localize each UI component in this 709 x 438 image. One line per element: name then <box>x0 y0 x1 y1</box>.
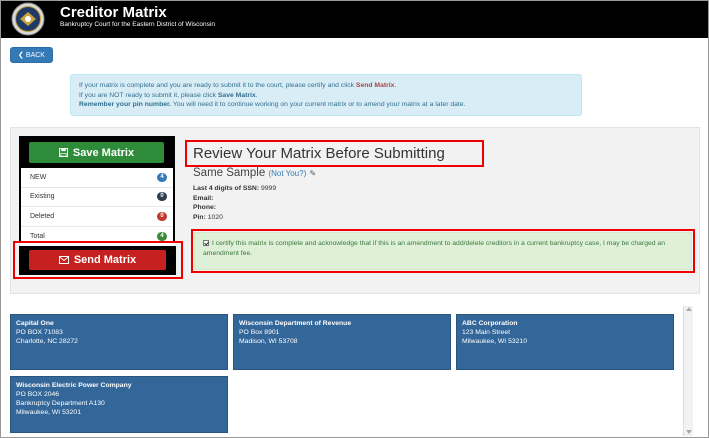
debtor-name: Same Sample <box>193 167 266 179</box>
scroll-up-arrow-icon[interactable] <box>686 307 692 311</box>
creditor-address-line: Bankruptcy Department A130 <box>16 400 105 407</box>
creditor-name: ABC Corporation <box>462 320 518 327</box>
count-list: NEW 4 Existing 0 Deleted 0 Total 4 <box>21 168 173 246</box>
info-line2-end: . <box>255 91 258 99</box>
count-badge: 4 <box>157 231 167 241</box>
save-matrix-label: Save Matrix <box>72 146 135 159</box>
count-row-existing: Existing 0 <box>21 188 173 207</box>
info-line1-end: . <box>394 82 397 89</box>
instructions-alert: If your matrix is complete and you are r… <box>70 74 582 116</box>
count-label: Deleted <box>30 212 55 220</box>
pencil-icon[interactable]: ✎ <box>309 169 316 178</box>
header-bar: Creditor Matrix Bankruptcy Court for the… <box>0 0 709 38</box>
ssn-label: Last 4 digits of SSN: <box>193 185 260 192</box>
count-badge: 0 <box>157 192 167 202</box>
chevron-left-icon: ❮ <box>18 52 24 59</box>
ssn-value: 9999 <box>260 185 277 192</box>
certify-checkbox[interactable] <box>203 240 209 247</box>
creditor-card[interactable]: ABC Corporation 123 Main Street Milwauke… <box>456 314 674 370</box>
creditor-address-line: Madison, WI 53708 <box>239 338 298 345</box>
creditor-address-line: Milwaukee, WI 53210 <box>462 338 527 345</box>
floppy-disk-icon <box>58 148 68 157</box>
count-label: Total <box>30 232 45 240</box>
save-matrix-button[interactable]: Save Matrix <box>29 142 164 163</box>
app-subtitle: Bankruptcy Court for the Eastern Distric… <box>60 21 215 28</box>
info-line1-text: If your matrix is complete and you are r… <box>79 82 356 89</box>
creditor-address-line: 123 Main Street <box>462 329 510 336</box>
court-seal-icon <box>11 2 45 36</box>
cards-scrollbar[interactable] <box>683 306 693 436</box>
creditor-card[interactable]: Wisconsin Electric Power Company PO BOX … <box>10 376 228 433</box>
review-heading: Review Your Matrix Before Submitting <box>193 145 445 162</box>
count-badge: 4 <box>157 172 167 182</box>
count-badge: 0 <box>157 211 167 221</box>
count-label: Existing <box>30 193 55 201</box>
send-matrix-label: Send Matrix <box>73 254 137 266</box>
info-save-matrix-text: Save Matrix <box>217 91 256 99</box>
info-line3-text: You will need it to continue working on … <box>171 101 466 108</box>
creditor-address-line: Milwaukee, WI 53201 <box>16 409 81 416</box>
pin-value: 1020 <box>207 213 223 221</box>
debtor-details: Last 4 digits of SSN: 9999 Email: Phone:… <box>193 184 276 222</box>
envelope-icon <box>58 256 69 264</box>
app-title: Creditor Matrix <box>60 4 167 21</box>
info-line2-text: If you are NOT ready to submit it, pleas… <box>79 91 218 99</box>
scroll-down-arrow-icon[interactable] <box>686 430 692 434</box>
review-heading-highlight: Review Your Matrix Before Submitting <box>185 140 484 167</box>
certify-text: I certify this matrix is complete and ac… <box>203 240 665 257</box>
creditor-address-line: PO Box 8901 <box>239 329 280 336</box>
creditor-card[interactable]: Wisconsin Department of Revenue PO Box 8… <box>233 314 451 370</box>
certify-alert: I certify this matrix is complete and ac… <box>194 232 692 270</box>
creditor-card[interactable]: Capital One PO BOX 71083 Charlotte, NC 2… <box>10 314 228 370</box>
count-label: NEW <box>30 173 47 181</box>
back-button[interactable]: ❮ BACK <box>10 47 53 63</box>
count-row-deleted: Deleted 0 <box>21 207 173 227</box>
info-send-matrix-text: Send Matrix <box>355 82 395 89</box>
debtor-name-line: Same Sample (Not You?) ✎ <box>193 167 316 179</box>
creditor-address-line: PO BOX 2046 <box>16 391 60 398</box>
creditor-address-line: Charlotte, NC 28272 <box>16 338 78 345</box>
back-label: BACK <box>25 51 45 59</box>
pin-label: Pin: <box>193 213 206 221</box>
send-matrix-button[interactable]: Send Matrix <box>29 250 166 270</box>
phone-label: Phone: <box>193 204 217 211</box>
info-pin-reminder: Remember your pin number. <box>79 101 172 108</box>
creditor-name: Capital One <box>16 320 54 327</box>
not-you-link[interactable]: (Not You?) <box>268 169 306 178</box>
creditor-name: Wisconsin Electric Power Company <box>16 382 132 389</box>
creditor-address-line: PO BOX 71083 <box>16 329 63 336</box>
count-row-new: NEW 4 <box>21 168 173 188</box>
creditor-name: Wisconsin Department of Revenue <box>239 320 352 327</box>
email-label: Email: <box>193 194 214 202</box>
